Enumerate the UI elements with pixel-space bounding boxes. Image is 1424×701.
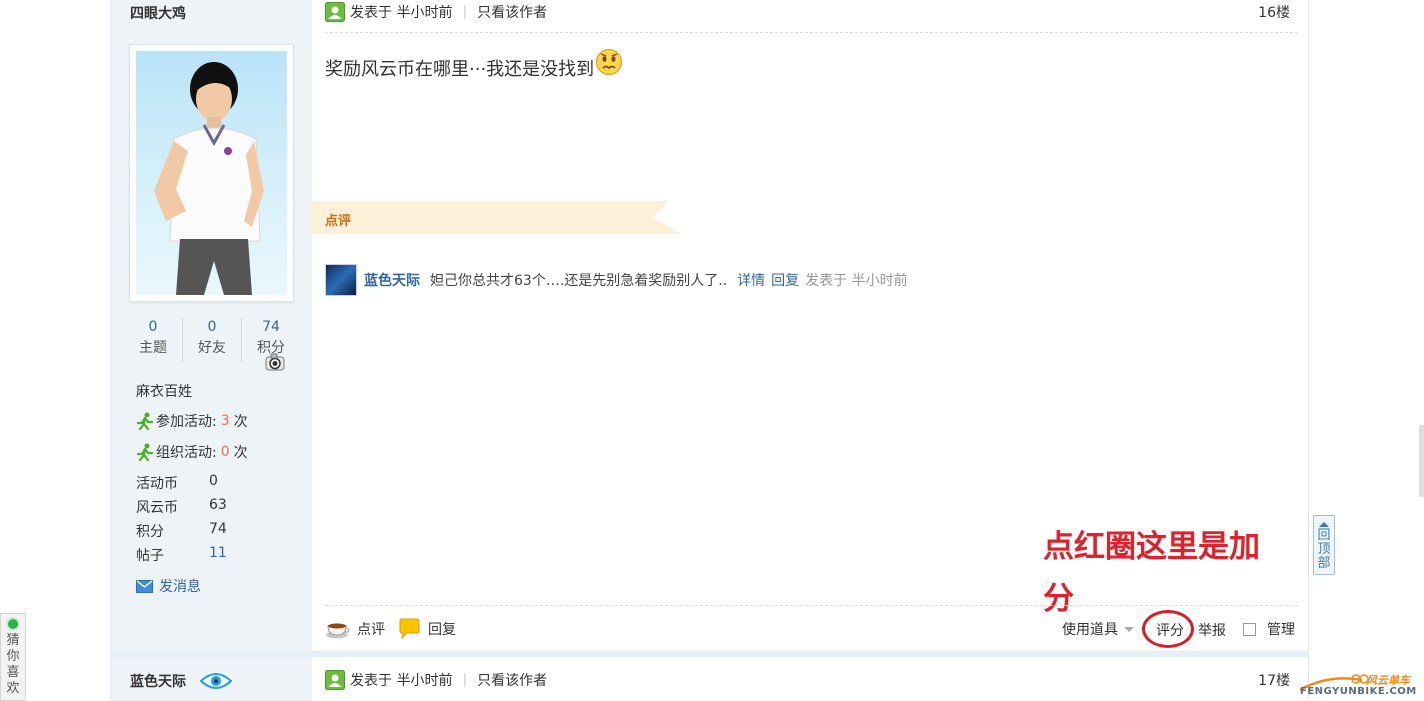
guess-char: 你: [6, 649, 20, 664]
camera-icon[interactable]: [263, 351, 287, 373]
next-post-header: 发表于 半小时前 | 只看该作者: [325, 670, 547, 690]
next-only-author-link[interactable]: 只看该作者: [477, 670, 547, 690]
comment-text: 妲己你总共才63个….还是先别急着奖励别人了..: [430, 273, 728, 289]
checkbox-icon[interactable]: [1243, 622, 1256, 636]
eye-icon[interactable]: [200, 671, 232, 691]
activity-joined-label: 参加活动:: [156, 414, 217, 430]
reply-button[interactable]: 回复: [398, 618, 456, 640]
divider: |: [462, 4, 468, 20]
use-tools-dropdown[interactable]: 使用道具: [1062, 619, 1134, 639]
activity-organized: 组织活动: 0 次: [136, 442, 248, 462]
back-to-top-char: 顶: [1317, 542, 1331, 557]
profile-fengyun-coins: 风云币 63: [136, 497, 227, 517]
user-rank: 麻衣百姓: [136, 384, 192, 400]
guess-char: 欢: [6, 681, 20, 696]
activity-joined: 参加活动: 3 次: [136, 411, 248, 431]
guess-char: 喜: [6, 665, 20, 680]
comment-time: 发表于 半小时前: [805, 273, 908, 289]
annotation-text: 点红圈这里是加分: [1043, 529, 1260, 617]
profile-posts: 帖子 11: [136, 545, 227, 565]
user-online-icon: [325, 2, 345, 22]
manage-label: 管理: [1267, 622, 1295, 638]
comment-reply-link[interactable]: 回复: [771, 270, 799, 290]
user-online-icon: [325, 670, 345, 690]
stat-topics-num: 0: [148, 319, 158, 335]
reply-button-label: 回复: [428, 622, 456, 638]
report-button[interactable]: 举报: [1198, 620, 1226, 640]
next-post-author: 蓝色天际: [130, 671, 232, 691]
scrollbar-thumb[interactable]: [1419, 425, 1424, 497]
stat-friends-label: 好友: [198, 340, 226, 356]
post-content: 奖励风云币在哪里···我还是没找到: [325, 49, 623, 81]
chevron-down-icon: [1124, 626, 1134, 632]
comment-section-label: 点评: [325, 214, 352, 229]
comment-user[interactable]: 蓝色天际: [364, 270, 420, 290]
profile-value: 0: [209, 473, 218, 489]
activity-organized-count: 0: [220, 444, 230, 460]
post-time: 发表于 半小时前: [350, 5, 453, 21]
send-message-label: 发消息: [159, 579, 201, 595]
profile-points: 积分 74: [136, 521, 227, 541]
use-tools-label: 使用道具: [1062, 622, 1118, 638]
post-text: 奖励风云币在哪里···我还是没找到: [325, 59, 595, 80]
runner-icon: [136, 443, 154, 461]
profile-key: 积分: [136, 524, 164, 540]
next-post-time: 发表于 半小时前: [350, 673, 453, 689]
profile-key: 帖子: [136, 548, 164, 564]
runner-icon: [136, 412, 154, 430]
profile-key: 活动币: [136, 476, 178, 492]
comment-section-bar: [311, 201, 681, 234]
avatar-image: [136, 51, 287, 295]
profile-value-link[interactable]: 11: [209, 545, 227, 561]
comment-avatar[interactable]: [325, 264, 357, 296]
profile-value: 63: [209, 497, 227, 513]
author-name[interactable]: 四眼大鸡: [130, 3, 186, 23]
manage-checkbox[interactable]: 管理: [1243, 619, 1295, 639]
content-border: [1308, 0, 1309, 701]
post-separator: [110, 651, 1309, 657]
only-author-link[interactable]: 只看该作者: [477, 2, 547, 22]
speech-bubble-icon: [399, 618, 420, 640]
footer-divider: [325, 605, 1298, 606]
next-floor-number[interactable]: 17楼: [1258, 670, 1290, 690]
activity-joined-unit: 次: [233, 414, 248, 430]
mail-icon: [136, 579, 153, 593]
activity-organized-label: 组织活动:: [156, 445, 217, 461]
arrow-up-icon: [1319, 522, 1329, 527]
guess-you-like-tab[interactable]: 猜 你 喜 欢: [0, 613, 26, 701]
post-header: 发表于 半小时前 | 只看该作者: [325, 2, 547, 22]
annotation-red-circle: [1142, 610, 1194, 648]
avatar[interactable]: [129, 44, 294, 302]
activity-joined-count: 3: [220, 413, 230, 429]
divider: |: [462, 672, 468, 688]
coffee-icon: [326, 623, 350, 639]
comment-button[interactable]: 点评: [325, 618, 385, 640]
logo-domain: FENGYUNBIKE.COM: [1300, 686, 1417, 697]
profile-activity-coins: 活动币 0: [136, 473, 218, 493]
stat-friends[interactable]: 0 好友: [183, 318, 242, 362]
back-to-top-char: 回: [1317, 528, 1331, 543]
floor-number[interactable]: 16楼: [1258, 2, 1290, 22]
send-message-link[interactable]: 发消息: [136, 576, 201, 596]
next-author-name[interactable]: 蓝色天际: [130, 671, 186, 691]
stat-topics[interactable]: 0 主题: [124, 318, 183, 362]
header-divider: [325, 32, 1298, 33]
comment-detail-link[interactable]: 详情: [737, 270, 765, 290]
status-dot-icon: [8, 619, 18, 629]
back-to-top-char: 部: [1317, 556, 1331, 571]
comment-item: 蓝色天际 妲己你总共才63个….还是先别急着奖励别人了.. 详情 回复 发表于 …: [325, 264, 908, 296]
sad-face-icon: [596, 49, 623, 75]
guess-char: 猜: [6, 633, 20, 648]
comment-button-label: 点评: [357, 622, 385, 638]
back-to-top-button[interactable]: 回 顶 部: [1313, 515, 1335, 575]
profile-value: 74: [209, 521, 227, 537]
activity-organized-unit: 次: [233, 445, 248, 461]
stat-friends-num: 0: [207, 319, 217, 335]
stat-topics-label: 主题: [139, 340, 167, 356]
profile-key: 风云币: [136, 500, 178, 516]
stat-points-num: 74: [262, 319, 280, 335]
